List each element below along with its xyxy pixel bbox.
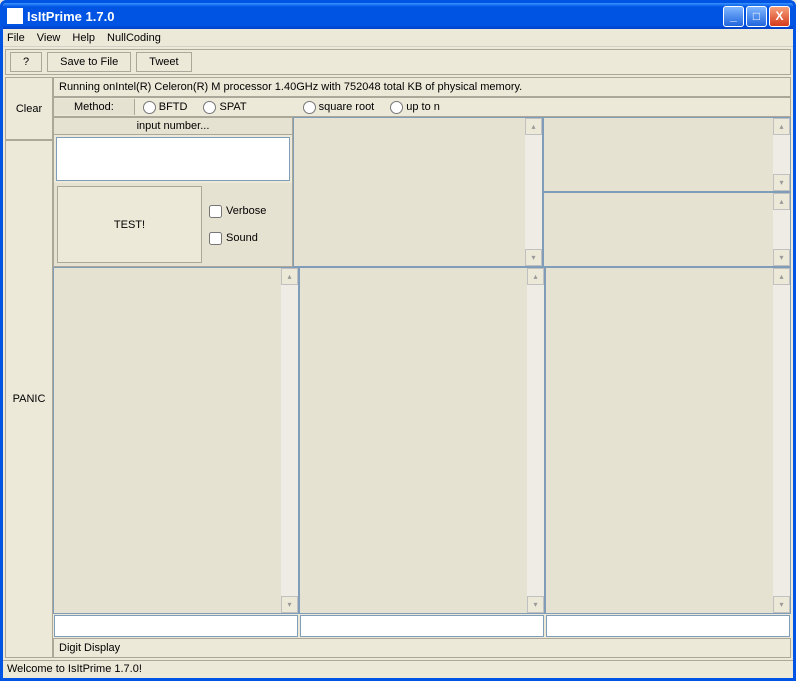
system-info-text: Running onIntel(R) Celeron(R) M processo… [59,81,522,93]
input-header: input number... [54,118,292,135]
scrollbar[interactable]: ▴ ▾ [773,268,790,613]
output-panel-4[interactable]: ▴ ▾ [299,267,545,614]
menu-nullcoding[interactable]: NullCoding [107,32,161,44]
digit-display-row: Digit Display [53,638,791,658]
scroll-up-icon[interactable]: ▴ [527,268,544,285]
clear-label: Clear [16,103,42,115]
radio-bftd-input[interactable] [143,101,156,114]
scroll-down-icon[interactable]: ▾ [281,596,298,613]
status-bar: Welcome to IsItPrime 1.7.0! [3,660,793,678]
menu-help[interactable]: Help [72,32,95,44]
verbose-checkbox-input[interactable] [209,205,222,218]
test-button[interactable]: TEST! [57,186,202,263]
tweet-button[interactable]: Tweet [136,52,191,72]
scroll-down-icon[interactable]: ▾ [525,249,542,266]
app-icon [7,8,23,24]
scroll-down-icon[interactable]: ▾ [773,596,790,613]
minimize-button[interactable]: _ [723,6,744,27]
scroll-up-icon[interactable]: ▴ [773,118,790,135]
digit-display-label: Digit Display [59,642,120,654]
menubar: File View Help NullCoding [3,29,793,47]
window-title: IsItPrime 1.7.0 [27,9,114,24]
method-label: Method: [54,99,135,115]
output-panel-5[interactable]: ▴ ▾ [545,267,791,614]
scroll-up-icon[interactable]: ▴ [525,118,542,135]
radio-upton-input[interactable] [390,101,403,114]
scroll-down-icon[interactable]: ▾ [773,174,790,191]
save-to-file-button[interactable]: Save to File [47,52,131,72]
scroll-down-icon[interactable]: ▾ [527,596,544,613]
scrollbar[interactable]: ▴ ▾ [525,118,542,266]
verbose-checkbox[interactable]: Verbose [209,205,288,218]
toolbar: ? Save to File Tweet [5,49,791,75]
radio-spat[interactable]: SPAT [203,101,246,114]
clear-button[interactable]: Clear [5,77,53,140]
menu-file[interactable]: File [7,32,25,44]
output-panel-1[interactable]: ▴ ▾ [293,117,543,267]
help-button[interactable]: ? [10,52,42,72]
close-button[interactable]: X [769,6,790,27]
radio-bftd[interactable]: BFTD [143,101,188,114]
output-panel-2a[interactable]: ▴ ▾ [543,117,791,192]
radio-sqrt[interactable]: square root [303,101,375,114]
sound-checkbox-input[interactable] [209,232,222,245]
radio-sqrt-input[interactable] [303,101,316,114]
radio-upton[interactable]: up to n [390,101,440,114]
status-text: Welcome to IsItPrime 1.7.0! [7,663,142,675]
scrollbar[interactable]: ▴ ▾ [281,268,298,613]
output-panel-3[interactable]: ▴ ▾ [53,267,299,614]
scroll-up-icon[interactable]: ▴ [773,268,790,285]
radio-spat-input[interactable] [203,101,216,114]
bottom-input-3[interactable] [546,615,790,637]
menu-view[interactable]: View [37,32,61,44]
bottom-input-2[interactable] [300,615,544,637]
scrollbar[interactable]: ▴ ▾ [527,268,544,613]
scroll-down-icon[interactable]: ▾ [773,249,790,266]
panic-label: PANIC [13,393,46,405]
scroll-up-icon[interactable]: ▴ [281,268,298,285]
output-panel-2b[interactable]: ▴ ▾ [543,192,791,267]
sound-checkbox[interactable]: Sound [209,232,288,245]
scroll-up-icon[interactable]: ▴ [773,193,790,210]
system-info: Running onIntel(R) Celeron(R) M processo… [53,77,791,97]
number-input[interactable] [56,137,290,181]
scrollbar[interactable]: ▴ ▾ [773,118,790,191]
titlebar: IsItPrime 1.7.0 _ □ X [3,3,793,29]
panic-button[interactable]: PANIC [5,140,53,658]
scrollbar[interactable]: ▴ ▾ [773,193,790,266]
maximize-button[interactable]: □ [746,6,767,27]
bottom-input-1[interactable] [54,615,298,637]
method-row: Method: BFTD SPAT [53,97,791,117]
